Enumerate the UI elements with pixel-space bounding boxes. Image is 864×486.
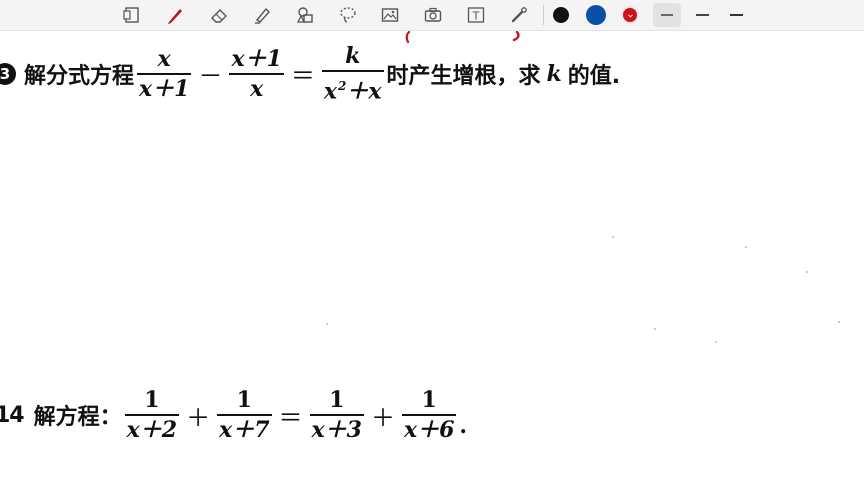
pen-icon[interactable] — [163, 3, 187, 27]
line-width-thick[interactable] — [724, 3, 748, 27]
fraction-bar — [309, 414, 364, 416]
fraction-denominator: x2＋x — [322, 73, 384, 104]
fraction-numerator: 1 — [236, 387, 252, 413]
fraction-1-over-x-plus-6: 1 x＋6 — [401, 387, 457, 443]
lasso-icon[interactable] — [336, 3, 360, 27]
color-black-swatch[interactable] — [549, 3, 573, 27]
fraction-bar — [124, 414, 180, 416]
scan-speck — [612, 236, 614, 238]
fraction-bar — [321, 70, 384, 72]
color-blue-swatch[interactable] — [584, 3, 608, 27]
plus-sign: ＋ — [370, 403, 395, 432]
fraction-bar — [137, 72, 192, 75]
problem-suffix: 时产生增根，求 — [386, 63, 541, 89]
problem-number: 14 — [0, 402, 25, 428]
problem-number-badge: 3 — [0, 62, 16, 85]
toolbar-divider — [543, 5, 544, 25]
problem-prefix: 解方程： — [33, 405, 122, 430]
fraction-denominator: x＋1 — [139, 75, 190, 102]
fraction-bar — [217, 414, 272, 416]
fraction-denominator: x＋2 — [126, 417, 178, 443]
fraction-bar — [229, 72, 284, 75]
scan-speck — [838, 321, 840, 323]
problem-prefix: 解分式方程 — [24, 63, 135, 89]
period: . — [459, 413, 468, 439]
fraction-numerator: 1 — [421, 387, 437, 413]
equals-sign: ＝ — [290, 62, 315, 91]
scan-speck — [654, 328, 656, 330]
problem-13: 3 解分式方程 x x＋1 － x＋1 x ＝ k x2＋x 时产生增根，求 k… — [0, 43, 620, 104]
fraction-numerator: 1 — [144, 387, 160, 413]
chevron-down-icon — [627, 13, 633, 18]
image-icon[interactable] — [378, 3, 402, 27]
scan-speck — [745, 246, 747, 248]
fraction-denominator: x＋3 — [311, 417, 362, 443]
drawing-toolbar: T — [0, 0, 864, 31]
fraction-bar — [401, 414, 457, 416]
fraction-numerator: x＋1 — [231, 45, 282, 72]
fraction-1-over-x-plus-2: 1 x＋2 — [124, 387, 180, 443]
camera-icon[interactable] — [421, 3, 445, 27]
document-page[interactable]: 3 解分式方程 x x＋1 － x＋1 x ＝ k x2＋x 时产生增根，求 k… — [0, 31, 864, 486]
variable-k: k — [546, 60, 562, 87]
fraction-k-over-x2-plus-x: k x2＋x — [321, 43, 384, 104]
fraction-1-over-x-plus-3: 1 x＋3 — [309, 387, 364, 443]
fraction-denominator: x＋7 — [219, 417, 270, 443]
fraction-numerator: 1 — [329, 387, 345, 413]
fraction-x-plus-1-over-x: x＋1 x — [229, 45, 284, 102]
plus-sign: ＋ — [186, 403, 211, 432]
denominator-rest: ＋x — [346, 78, 382, 105]
laser-pointer-icon[interactable] — [507, 3, 531, 27]
scan-speck — [806, 271, 808, 273]
denominator-base: x — [323, 78, 338, 105]
line-width-medium[interactable] — [690, 3, 714, 27]
equals-sign: ＝ — [278, 403, 303, 432]
page-icon[interactable] — [120, 3, 144, 27]
eraser-icon[interactable] — [207, 3, 231, 27]
fraction-x-over-x-plus-1: x x＋1 — [137, 45, 192, 102]
fraction-denominator: x — [250, 75, 264, 102]
fraction-denominator: x＋6 — [403, 417, 455, 443]
minus-sign: － — [198, 62, 223, 91]
highlighter-icon[interactable] — [250, 3, 274, 27]
fraction-numerator: x — [157, 45, 171, 72]
text-icon[interactable]: T — [464, 3, 488, 27]
fraction-numerator: k — [345, 43, 361, 69]
problem-suffix-end: 的值. — [567, 63, 621, 89]
color-red-swatch[interactable] — [618, 3, 642, 27]
line-width-thin[interactable] — [653, 3, 681, 27]
problem-14: 14 解方程： 1 x＋2 ＋ 1 x＋7 ＝ 1 x＋3 ＋ 1 x＋6 . — [0, 387, 467, 443]
scan-speck — [715, 341, 717, 343]
scan-speck — [326, 323, 328, 325]
text-icon-glyph: T — [472, 10, 480, 23]
shapes-icon[interactable] — [293, 3, 317, 27]
fraction-1-over-x-plus-7: 1 x＋7 — [217, 387, 272, 443]
